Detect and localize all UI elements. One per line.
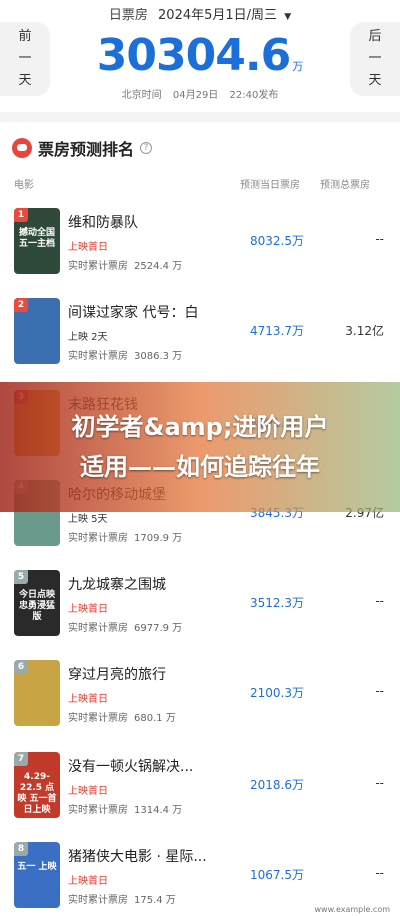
col-movie: 电影 xyxy=(14,180,34,191)
predicted-total-box-office: -- xyxy=(375,776,384,790)
movie-row[interactable]: 1 撼动全国 五一主档 维和防暴队上映首日实时累计票房 2524.4 万 8032.5万… xyxy=(0,208,400,294)
poster-text: 五一 上映 xyxy=(17,862,57,872)
total-value: 30304.6 xyxy=(96,30,291,81)
cumulative-box-office: 实时累计票房 680.1 万 xyxy=(68,709,176,724)
release-status: 上映 5天 xyxy=(68,514,108,525)
cumulative-label: 实时累计票房 xyxy=(68,805,128,816)
cumulative-value: 1314.4 万 xyxy=(134,805,183,816)
date-label: 日票房 xyxy=(108,8,148,23)
date-selector[interactable]: 日票房 2024年5月1日/周三 ▼ xyxy=(0,4,400,23)
cumulative-label: 实时累计票房 xyxy=(68,261,128,272)
time-label: 北京时间 xyxy=(121,90,162,101)
movie-title[interactable]: 猪猪侠大电影 · 星际... xyxy=(68,846,207,866)
predicted-day-box-office: 2100.3万 xyxy=(250,686,304,700)
section-divider xyxy=(0,112,400,122)
cumulative-label: 实时累计票房 xyxy=(68,895,128,906)
film-logo-icon xyxy=(12,138,32,158)
movie-poster[interactable]: 5 今日点映 忠勇浸猛版 xyxy=(14,570,60,636)
next-label-2: 一 xyxy=(368,51,382,66)
cumulative-label: 实时累计票房 xyxy=(68,351,128,362)
section-title: 票房预测排名 ? xyxy=(12,136,153,160)
cumulative-value: 175.4 万 xyxy=(134,895,176,906)
cumulative-box-office: 实时累计票房 6977.9 万 xyxy=(68,619,182,634)
col-pred-day: 预测当日票房 xyxy=(240,180,300,191)
release-status: 上映首日 xyxy=(68,242,108,253)
release-status: 上映首日 xyxy=(68,694,108,705)
caret-down-icon[interactable]: ▼ xyxy=(284,12,291,22)
cumulative-value: 6977.9 万 xyxy=(134,623,183,634)
rank-badge: 5 xyxy=(14,570,28,584)
rank-badge: 8 xyxy=(14,842,28,856)
poster-text: 4.29-22.5 点映 五一首日上映 xyxy=(17,772,57,815)
cumulative-value: 1709.9 万 xyxy=(134,533,183,544)
cumulative-box-office: 实时累计票房 175.4 万 xyxy=(68,891,176,906)
movie-title[interactable]: 九龙城寨之围城 xyxy=(68,574,166,594)
predicted-day-box-office: 8032.5万 xyxy=(250,234,304,248)
header: 日票房 2024年5月1日/周三 ▼ 前 一 天 30304.6 万 后 一 天 … xyxy=(0,0,400,112)
poster-text: 撼动全国 五一主档 xyxy=(18,228,55,249)
movie-title[interactable]: 没有一顿火锅解决... xyxy=(68,756,193,776)
predicted-total-box-office: -- xyxy=(375,232,384,246)
predicted-day-box-office: 3512.3万 xyxy=(250,596,304,610)
movie-row[interactable]: 6 穿过月亮的旅行上映首日实时累计票房 680.1 万 2100.3万 -- xyxy=(0,660,400,746)
time-date: 04月29日 xyxy=(172,90,219,101)
daily-total: 30304.6 万 xyxy=(0,30,400,81)
predicted-total-box-office: 3.12亿 xyxy=(345,324,384,338)
cumulative-value: 2524.4 万 xyxy=(134,261,183,272)
section-title-text: 票房预测排名 xyxy=(38,140,135,159)
release-status: 上映 2天 xyxy=(68,332,108,343)
movie-poster[interactable]: 6 xyxy=(14,660,60,726)
predicted-total-box-office: -- xyxy=(375,594,384,608)
predicted-total-box-office: -- xyxy=(375,684,384,698)
rank-badge: 2 xyxy=(14,298,28,312)
rank-badge: 6 xyxy=(14,660,28,674)
cumulative-box-office: 实时累计票房 3086.3 万 xyxy=(68,347,182,362)
cumulative-label: 实时累计票房 xyxy=(68,623,128,634)
movie-title[interactable]: 穿过月亮的旅行 xyxy=(68,664,166,684)
predicted-day-box-office: 1067.5万 xyxy=(250,868,304,882)
next-day-button[interactable]: 后 一 天 xyxy=(350,22,400,96)
movie-title[interactable]: 间谍过家家 代号：白 xyxy=(68,302,198,322)
overlay-banner: 初学者&amp;进阶用户 适用——如何追踪往年 xyxy=(0,382,400,512)
watermark: www.example.com xyxy=(314,905,391,914)
col-pred-total: 预测总票房 xyxy=(320,180,370,191)
movie-poster[interactable]: 7 4.29-22.5 点映 五一首日上映 xyxy=(14,752,60,818)
rank-badge: 7 xyxy=(14,752,28,766)
movie-row[interactable]: 2 间谍过家家 代号：白上映 2天实时累计票房 3086.3 万 4713.7万 3.1… xyxy=(0,298,400,384)
overlay-line-2: 适用——如何追踪往年 xyxy=(80,453,320,481)
movie-row[interactable]: 7 4.29-22.5 点映 五一首日上映 没有一顿火锅解决... 上映首日实时累计票… xyxy=(0,752,400,838)
cumulative-box-office: 实时累计票房 1709.9 万 xyxy=(68,529,182,544)
next-label-1: 后 xyxy=(368,29,382,44)
predicted-day-box-office: 2018.6万 xyxy=(250,778,304,792)
publish-time: 北京时间 04月29日 22:40发布 xyxy=(0,86,400,101)
poster-text: 今日点映 忠勇浸猛版 xyxy=(18,590,55,622)
rank-badge: 1 xyxy=(14,208,28,222)
info-icon[interactable]: ? xyxy=(140,142,153,154)
total-unit: 万 xyxy=(292,60,304,73)
movie-row[interactable]: 5 今日点映 忠勇浸猛版 九龙城寨之围城上映首日实时累计票房 6977.9 万 3512… xyxy=(0,570,400,656)
date-value[interactable]: 2024年5月1日/周三 xyxy=(158,8,277,23)
release-status: 上映首日 xyxy=(68,604,108,615)
cumulative-label: 实时累计票房 xyxy=(68,533,128,544)
movie-title[interactable]: 维和防暴队 xyxy=(68,212,138,232)
cumulative-value: 680.1 万 xyxy=(134,713,176,724)
time-clock: 22:40发布 xyxy=(229,90,279,101)
movie-poster[interactable]: 1 撼动全国 五一主档 xyxy=(14,208,60,274)
movie-poster[interactable]: 2 xyxy=(14,298,60,364)
cumulative-value: 3086.3 万 xyxy=(134,351,183,362)
predicted-day-box-office: 4713.7万 xyxy=(250,324,304,338)
cumulative-box-office: 实时累计票房 2524.4 万 xyxy=(68,257,182,272)
cumulative-box-office: 实时累计票房 1314.4 万 xyxy=(68,801,182,816)
overlay-line-1: 初学者&amp;进阶用户 xyxy=(71,413,329,441)
release-status: 上映首日 xyxy=(68,786,108,797)
movie-poster[interactable]: 8 五一 上映 xyxy=(14,842,60,908)
release-status: 上映首日 xyxy=(68,876,108,887)
predicted-total-box-office: -- xyxy=(375,866,384,880)
cumulative-label: 实时累计票房 xyxy=(68,713,128,724)
